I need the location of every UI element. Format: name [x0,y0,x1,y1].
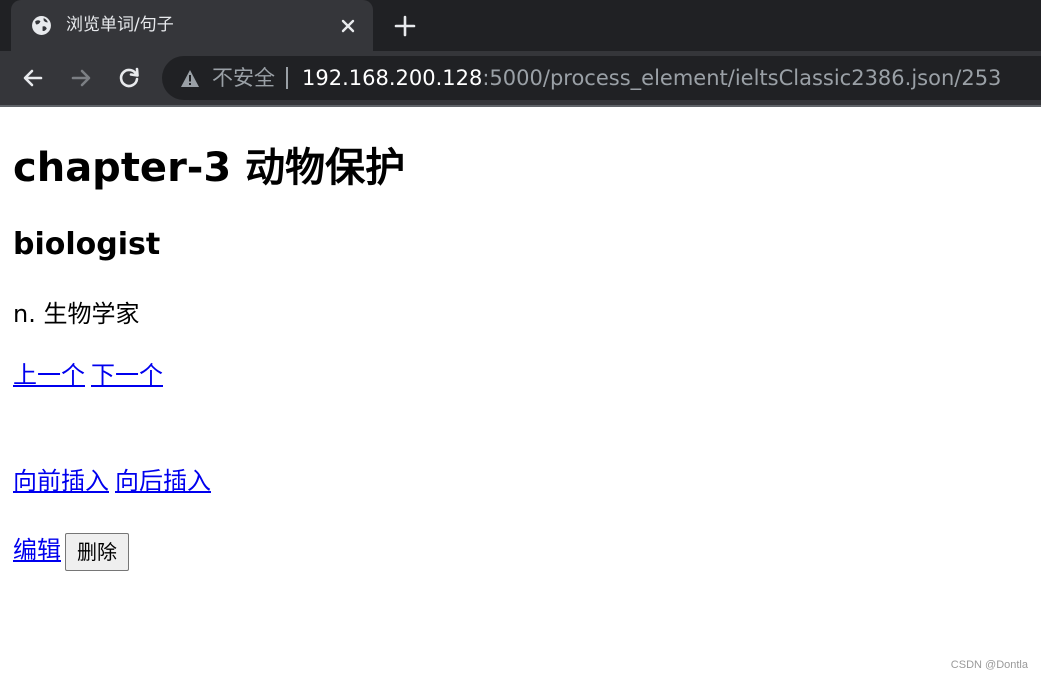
back-arrow-icon[interactable] [20,65,46,91]
close-icon[interactable] [337,15,359,37]
edit-link[interactable]: 编辑 [13,536,61,564]
watermark: CSDN @Dontla [950,659,1028,671]
reload-icon[interactable] [116,65,142,91]
warning-icon[interactable] [180,69,200,88]
insert-links: 向前插入 向后插入 [13,466,211,496]
address-separator [286,67,288,89]
insert-before-link[interactable]: 向前插入 [13,467,109,495]
word-definition: n. 生物学家 [13,300,140,328]
edit-actions: 编辑 删除 [13,533,129,571]
browser-tab[interactable]: 浏览单词/句子 [11,0,373,51]
globe-icon [32,16,51,35]
security-label[interactable]: 不安全 [212,65,275,91]
new-tab-plus-icon[interactable] [393,14,417,38]
browser-tab-bar: 浏览单词/句子 [0,0,1041,51]
next-link[interactable]: 下一个 [91,361,163,389]
address-bar[interactable]: 不安全 192.168.200.128:5000/process_element… [162,56,1041,100]
toolbar-divider [0,105,1041,107]
prev-link[interactable]: 上一个 [13,361,85,389]
insert-after-link[interactable]: 向后插入 [115,467,211,495]
url-host: 192.168.200.128 [302,66,483,90]
tab-title: 浏览单词/句子 [66,15,174,35]
navigation-links: 上一个 下一个 [13,360,163,390]
delete-button[interactable]: 删除 [65,533,129,571]
word-heading: biologist [13,227,161,262]
forward-arrow-icon[interactable] [68,65,94,91]
browser-toolbar: 不安全 192.168.200.128:5000/process_element… [0,51,1041,105]
url-path: :5000/process_element/ieltsClassic2386.j… [482,66,1002,90]
page-title: chapter-3 动物保护 [13,145,406,191]
url-text[interactable]: 192.168.200.128:5000/process_element/iel… [302,65,1001,91]
